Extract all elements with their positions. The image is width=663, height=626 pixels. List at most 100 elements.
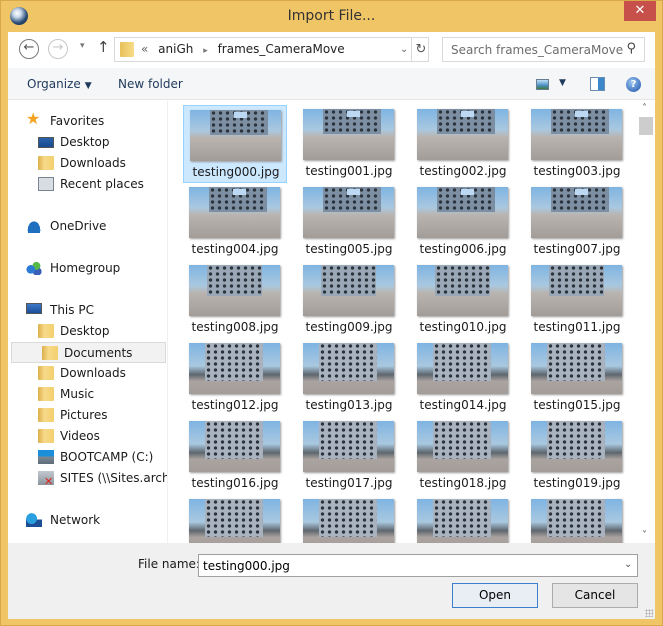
new-folder-button[interactable]: New folder	[118, 77, 183, 91]
sidebar-item-onedrive[interactable]: OneDrive	[8, 216, 166, 237]
file-item[interactable]: testing000.jpg	[183, 105, 287, 183]
file-name-label: File name:	[138, 557, 200, 571]
file-item[interactable]	[297, 495, 401, 543]
sidebar-item-this-pc[interactable]: This PC	[8, 300, 166, 321]
scroll-up-icon[interactable]: ˄	[642, 103, 647, 114]
sidebar-item-label: Videos	[60, 429, 100, 443]
sidebar-item-favorites[interactable]: ★ Favorites	[8, 111, 166, 132]
navigation-bar: ← → ▾ ↑ « aniGh ▸ frames_CameraMove ⌄ ↻ …	[8, 32, 655, 68]
sidebar-item-downloads[interactable]: Downloads	[8, 153, 166, 174]
file-item[interactable]: testing009.jpg	[297, 261, 401, 339]
image-thumbnail	[189, 421, 280, 472]
file-item[interactable]	[525, 495, 629, 543]
breadcrumb-anigh[interactable]: aniGh	[158, 42, 193, 56]
window-highlight	[347, 189, 360, 195]
sidebar-item-recent-places[interactable]: Recent places	[8, 174, 166, 195]
image-thumbnail	[531, 109, 622, 160]
file-item[interactable]: testing005.jpg	[297, 183, 401, 261]
change-view-icon[interactable]	[536, 79, 549, 90]
sidebar-item-desktop[interactable]: Desktop	[8, 132, 166, 153]
sidebar-item-music[interactable]: Music	[8, 384, 166, 405]
file-name: testing000.jpg	[192, 165, 280, 179]
recent-locations-dropdown[interactable]: ▾	[80, 41, 85, 51]
sidebar-item-label: BOOTCAMP (C:)	[60, 450, 154, 464]
organize-button[interactable]: Organize ▼	[27, 77, 92, 91]
image-thumbnail	[303, 265, 394, 316]
file-name: testing009.jpg	[305, 320, 393, 334]
sidebar-item-sites-sites-arch-vi[interactable]: ✕ SITES (\\Sites.arch.vi	[8, 468, 167, 489]
file-list: testing000.jpg testing001.jpg testing002.j…	[169, 101, 637, 543]
help-icon[interactable]: ?	[626, 77, 641, 92]
breadcrumb-frames-cameramove[interactable]: frames_CameraMove	[218, 42, 345, 56]
file-item[interactable]: testing014.jpg	[411, 339, 515, 417]
file-item[interactable]	[411, 495, 515, 543]
file-item[interactable]: testing006.jpg	[411, 183, 515, 261]
file-name: testing002.jpg	[419, 164, 507, 178]
up-button[interactable]: ↑	[97, 38, 110, 56]
refresh-button[interactable]: ↻	[411, 38, 430, 61]
building-render	[547, 421, 605, 459]
downloads-folder-icon	[38, 366, 54, 380]
file-item[interactable]: testing007.jpg	[525, 183, 629, 261]
network-icon	[26, 513, 42, 527]
breadcrumb-overflow[interactable]: «	[141, 42, 148, 56]
file-item[interactable]: testing011.jpg	[525, 261, 629, 339]
navigation-pane: ★ Favorites Desktop Downloads Recent places O…	[8, 101, 168, 543]
scrollbar-thumb[interactable]	[639, 117, 653, 135]
image-thumbnail	[190, 110, 281, 161]
image-thumbnail	[531, 343, 622, 394]
building-render	[549, 265, 604, 296]
file-item[interactable]: testing002.jpg	[411, 105, 515, 183]
sidebar-item-videos[interactable]: Videos	[8, 426, 166, 447]
file-item[interactable]: testing017.jpg	[297, 417, 401, 495]
file-item[interactable]: testing019.jpg	[525, 417, 629, 495]
close-button[interactable]: ✕	[624, 1, 656, 21]
file-name-input[interactable]	[198, 554, 638, 577]
cancel-button[interactable]: Cancel	[552, 583, 638, 608]
sidebar-item-desktop[interactable]: Desktop	[8, 321, 166, 342]
file-item[interactable]: testing018.jpg	[411, 417, 515, 495]
sidebar-item-label: Downloads	[60, 366, 126, 380]
file-item[interactable]: testing012.jpg	[183, 339, 287, 417]
file-item[interactable]: testing008.jpg	[183, 261, 287, 339]
image-thumbnail	[531, 499, 622, 543]
file-item[interactable]: testing004.jpg	[183, 183, 287, 261]
sidebar-item-bootcamp-c[interactable]: BOOTCAMP (C:)	[8, 447, 166, 468]
sidebar-item-homegroup[interactable]: Homegroup	[8, 258, 166, 279]
forward-button[interactable]: →	[48, 39, 68, 59]
resize-grip[interactable]	[645, 609, 653, 617]
disconnected-x-icon: ✕	[44, 475, 54, 488]
file-name: testing004.jpg	[191, 242, 279, 256]
address-dropdown-icon[interactable]: ⌄	[400, 44, 408, 55]
file-name: testing010.jpg	[419, 320, 507, 334]
image-thumbnail	[303, 499, 394, 543]
homegroup-icon	[26, 261, 42, 275]
file-name: testing003.jpg	[533, 164, 621, 178]
file-item[interactable]: testing003.jpg	[525, 105, 629, 183]
organize-label: Organize	[27, 77, 81, 91]
breadcrumb-separator-icon[interactable]: ▸	[203, 46, 208, 56]
preview-pane-icon[interactable]	[590, 77, 605, 91]
search-placeholder: Search frames_CameraMove	[451, 43, 624, 57]
sidebar-item-pictures[interactable]: Pictures	[8, 405, 166, 426]
open-button[interactable]: Open	[452, 583, 538, 608]
file-item[interactable]	[183, 495, 287, 543]
scroll-down-icon[interactable]: ˅	[642, 530, 647, 541]
search-input[interactable]: Search frames_CameraMove ⚲	[442, 37, 645, 62]
import-file-dialog: Import File... ✕ ← → ▾ ↑ « aniGh ▸ frame…	[0, 0, 663, 626]
file-item[interactable]: testing015.jpg	[525, 339, 629, 417]
view-options-dropdown[interactable]: ▼	[559, 78, 566, 88]
sidebar-item-network[interactable]: Network	[8, 510, 166, 531]
file-item[interactable]: testing001.jpg	[297, 105, 401, 183]
file-name-dropdown-icon[interactable]: ⌄	[624, 559, 632, 570]
sidebar-item-downloads[interactable]: Downloads	[8, 363, 166, 384]
file-item[interactable]: testing010.jpg	[411, 261, 515, 339]
sidebar-item-documents[interactable]: Documents	[11, 342, 166, 363]
address-bar[interactable]: « aniGh ▸ frames_CameraMove ⌄ ↻	[114, 37, 429, 62]
file-item[interactable]: testing016.jpg	[183, 417, 287, 495]
back-button[interactable]: ←	[19, 39, 39, 59]
search-icon[interactable]: ⚲	[626, 41, 636, 56]
downloads-folder-icon	[38, 156, 54, 170]
vertical-scrollbar[interactable]: ˄ ˅	[637, 101, 655, 543]
file-item[interactable]: testing013.jpg	[297, 339, 401, 417]
